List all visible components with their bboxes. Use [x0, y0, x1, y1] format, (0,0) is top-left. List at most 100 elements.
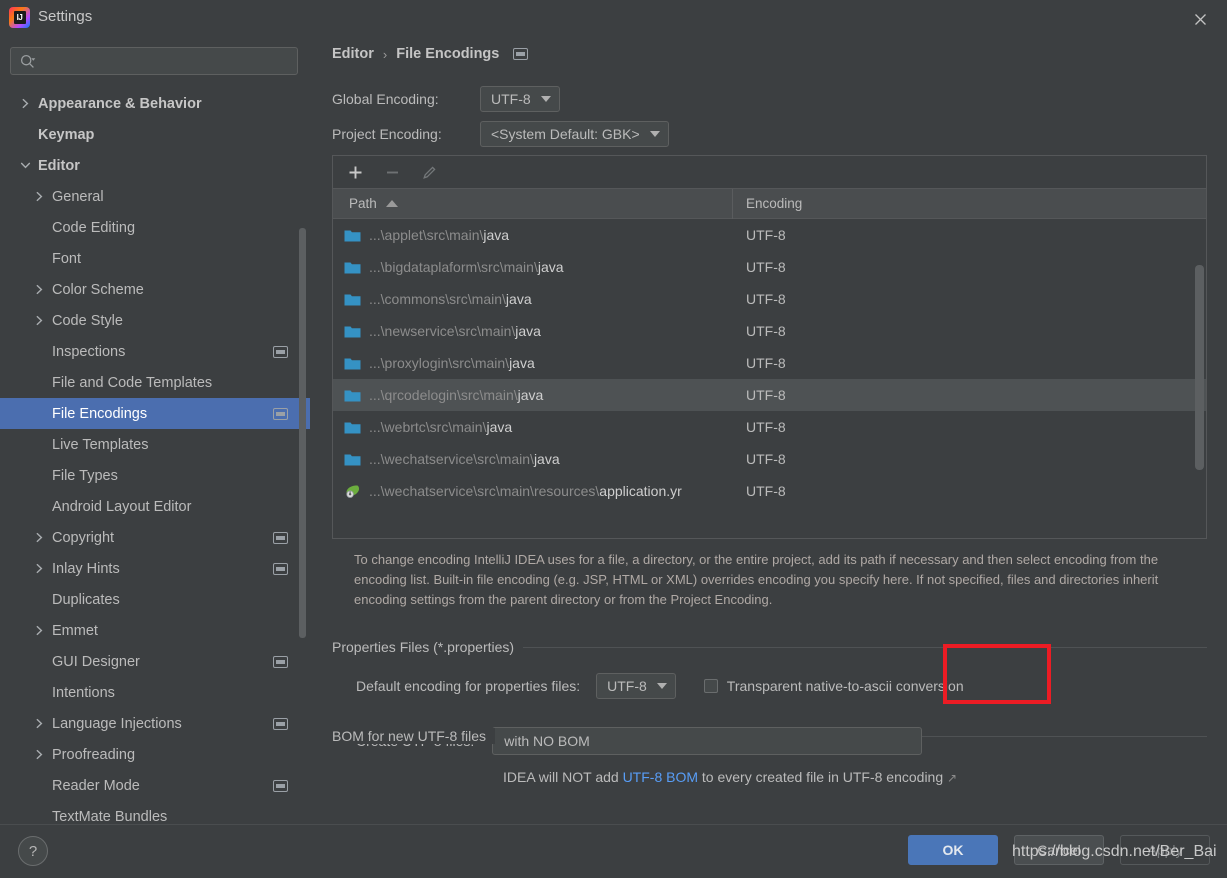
global-encoding-combo[interactable]: UTF-8: [480, 86, 560, 112]
path-label: ...\applet\src\main\java: [369, 227, 509, 243]
column-header-path[interactable]: Path: [333, 188, 733, 219]
external-link-icon[interactable]: ↗: [947, 771, 957, 785]
table-scrollbar-thumb[interactable]: [1195, 265, 1204, 470]
table-toolbar: [333, 156, 1206, 189]
sidebar-item-inspections[interactable]: Inspections: [0, 336, 310, 367]
sidebar-item-file-encodings[interactable]: File Encodings: [0, 398, 310, 429]
chevron-right-icon[interactable]: [30, 281, 48, 299]
table-cell-path: ...\newservice\src\main\java: [333, 323, 733, 339]
chevron-down-icon: [649, 131, 660, 137]
path-tail: java: [505, 291, 532, 307]
add-path-button[interactable]: [344, 161, 366, 183]
sidebar-item-appearance-behavior[interactable]: Appearance & Behavior: [0, 88, 310, 119]
sidebar-item-label: Reader Mode: [52, 777, 140, 794]
sidebar-item-keymap[interactable]: Keymap: [0, 119, 310, 150]
table-scrollbar[interactable]: [1195, 219, 1204, 537]
sidebar-item-file-types[interactable]: File Types: [0, 460, 310, 491]
default-properties-encoding-combo[interactable]: UTF-8: [596, 673, 676, 699]
sidebar-scrollbar-thumb[interactable]: [299, 228, 306, 638]
sidebar-item-live-templates[interactable]: Live Templates: [0, 429, 310, 460]
chevron-down-icon: [656, 683, 667, 689]
project-encoding-value: <System Default: GBK>: [491, 126, 640, 142]
chevron-right-icon[interactable]: [30, 529, 48, 547]
table-row[interactable]: ...\webrtc\src\main\java UTF-8: [333, 411, 1206, 443]
sidebar-item-language-injections[interactable]: Language Injections: [0, 708, 310, 739]
help-button[interactable]: ?: [18, 836, 48, 866]
table-row[interactable]: ...\commons\src\main\java UTF-8: [333, 283, 1206, 315]
table-cell-encoding[interactable]: UTF-8: [733, 291, 1206, 307]
chevron-right-icon[interactable]: [16, 95, 34, 113]
sidebar-item-gui-designer[interactable]: GUI Designer: [0, 646, 310, 677]
sidebar-item-reader-mode[interactable]: Reader Mode: [0, 770, 310, 801]
chevron-right-icon[interactable]: [30, 560, 48, 578]
table-row[interactable]: ...\wechatservice\src\main\resources\app…: [333, 475, 1206, 507]
remove-path-button[interactable]: [381, 161, 403, 183]
breadcrumb-root[interactable]: Editor: [332, 46, 374, 62]
folder-icon: [344, 228, 361, 243]
path-prefix: ...\proxylogin\src\main\: [369, 355, 510, 371]
table-row[interactable]: ...\applet\src\main\java UTF-8: [333, 219, 1206, 251]
table-cell-encoding[interactable]: UTF-8: [733, 323, 1206, 339]
table-row[interactable]: ...\proxylogin\src\main\java UTF-8: [333, 347, 1206, 379]
sidebar-item-duplicates[interactable]: Duplicates: [0, 584, 310, 615]
table-cell-encoding[interactable]: UTF-8: [733, 483, 1206, 499]
sidebar-item-editor[interactable]: Editor: [0, 150, 310, 181]
sidebar-scrollbar[interactable]: [299, 88, 306, 766]
project-encoding-combo[interactable]: <System Default: GBK>: [480, 121, 669, 147]
sidebar-item-inlay-hints[interactable]: Inlay Hints: [0, 553, 310, 584]
column-header-encoding[interactable]: Encoding: [733, 196, 1206, 211]
sidebar-item-code-editing[interactable]: Code Editing: [0, 212, 310, 243]
table-cell-encoding[interactable]: UTF-8: [733, 355, 1206, 371]
folder-icon: [344, 452, 361, 467]
edit-path-button[interactable]: [418, 161, 440, 183]
path-tail: java: [533, 451, 560, 467]
sidebar-item-label: Font: [52, 250, 82, 267]
sidebar-item-label: Emmet: [52, 622, 98, 639]
chevron-right-icon[interactable]: [30, 312, 48, 330]
table-row[interactable]: ...\newservice\src\main\java UTF-8: [333, 315, 1206, 347]
chevron-right-icon[interactable]: [30, 746, 48, 764]
sidebar-item-textmate-bundles[interactable]: TextMate Bundles: [0, 801, 310, 825]
close-icon[interactable]: [1187, 6, 1213, 32]
path-prefix: ...\bigdataplaform\src\main\: [369, 259, 538, 275]
sidebar-item-copyright[interactable]: Copyright: [0, 522, 310, 553]
table-row[interactable]: ...\bigdataplaform\src\main\java UTF-8: [333, 251, 1206, 283]
path-tail: java: [517, 387, 544, 403]
table-row[interactable]: ...\wechatservice\src\main\java UTF-8: [333, 443, 1206, 475]
folder-icon: [344, 388, 361, 403]
transparent-native-to-ascii-checkbox[interactable]: [703, 679, 718, 693]
sidebar-item-android-layout-editor[interactable]: Android Layout Editor: [0, 491, 310, 522]
bom-hint-link[interactable]: UTF-8 BOM: [623, 769, 698, 785]
chevron-right-icon[interactable]: [30, 715, 48, 733]
chevron-down-icon[interactable]: [16, 157, 34, 175]
search-icon: [19, 53, 37, 71]
table-cell-encoding[interactable]: UTF-8: [733, 387, 1206, 403]
table-cell-encoding[interactable]: UTF-8: [733, 451, 1206, 467]
table-cell-encoding[interactable]: UTF-8: [733, 419, 1206, 435]
table-row[interactable]: ...\qrcodelogin\src\main\java UTF-8: [333, 379, 1206, 411]
search-box[interactable]: [10, 47, 298, 75]
bom-hint-prefix: IDEA will NOT add: [503, 769, 623, 785]
chevron-right-icon[interactable]: [30, 622, 48, 640]
sidebar-item-label: Appearance & Behavior: [38, 95, 202, 112]
table-cell-path: ...\applet\src\main\java: [333, 227, 733, 243]
chevron-right-icon[interactable]: [30, 188, 48, 206]
table-cell-encoding[interactable]: UTF-8: [733, 259, 1206, 275]
sidebar-item-label: Code Editing: [52, 219, 136, 236]
sidebar-item-emmet[interactable]: Emmet: [0, 615, 310, 646]
properties-group-title: Properties Files (*.properties): [332, 639, 524, 655]
sidebar-item-font[interactable]: Font: [0, 243, 310, 274]
ok-button[interactable]: OK: [908, 835, 998, 865]
sidebar-item-color-scheme[interactable]: Color Scheme: [0, 274, 310, 305]
create-utf8-combo[interactable]: with NO BOM: [492, 727, 923, 755]
search-input[interactable]: [41, 48, 293, 74]
sidebar-item-code-style[interactable]: Code Style: [0, 305, 310, 336]
table-cell-path: ...\commons\src\main\java: [333, 291, 733, 307]
sidebar-item-label: Android Layout Editor: [52, 498, 192, 515]
project-encoding-row: Project Encoding: <System Default: GBK>: [332, 121, 669, 147]
sidebar-item-file-and-code-templates[interactable]: File and Code Templates: [0, 367, 310, 398]
sidebar-item-intentions[interactable]: Intentions: [0, 677, 310, 708]
table-cell-encoding[interactable]: UTF-8: [733, 227, 1206, 243]
sidebar-item-proofreading[interactable]: Proofreading: [0, 739, 310, 770]
sidebar-item-general[interactable]: General: [0, 181, 310, 212]
